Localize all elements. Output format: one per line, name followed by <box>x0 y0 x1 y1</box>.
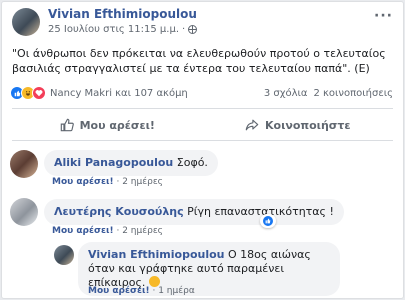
reply-time[interactable]: 1 ημέρα <box>158 286 195 296</box>
post-card: Vivian Efthimiopoulou 25 Ιουλίου στις 11… <box>1 1 404 299</box>
share-button[interactable]: Κοινοποιήστε <box>203 112 394 138</box>
comment-actions: Μου αρέσει! · 2 ημέρες <box>52 226 163 236</box>
comment-bubble: Aliki Panagopoulou Σοφό. <box>44 150 218 176</box>
reply-actions: Μου αρέσει! · 1 ημέρα <box>88 286 195 296</box>
reactions-summary[interactable]: Nancy Makri και 107 ακόμη <box>10 86 188 100</box>
divider <box>12 108 393 109</box>
post-timestamp[interactable]: 25 Ιουλίου στις 11:15 μ.μ. <box>48 24 179 35</box>
avatar[interactable] <box>10 150 38 178</box>
comments-count[interactable]: 3 σχόλια <box>264 88 308 99</box>
share-arrow-icon <box>245 119 259 131</box>
comment-author[interactable]: Λευτέρης Κουσούλης <box>54 205 184 218</box>
comment-like-link[interactable]: Μου αρέσει! <box>52 226 114 236</box>
like-reaction-icon <box>262 215 274 227</box>
comment-text: Σοφό. <box>176 156 208 169</box>
comment-like-link[interactable]: Μου αρέσει! <box>52 177 114 187</box>
divider <box>12 140 393 141</box>
like-button[interactable]: Μου αρέσει! <box>12 112 203 138</box>
author-avatar[interactable] <box>12 8 40 36</box>
post-text: "Οι άνθρωποι δεν πρόκειται να ελευθερωθο… <box>12 47 386 75</box>
comment-bubble: Λευτέρης Κουσούλης Ρίγη επαναστατικότητα… <box>44 199 344 225</box>
post-author-name[interactable]: Vivian Efthimiopoulou <box>48 7 197 21</box>
comment-time[interactable]: 2 ημέρες <box>122 226 163 236</box>
reply-like-link[interactable]: Μου αρέσει! <box>88 286 150 296</box>
more-options-icon[interactable]: ··· <box>374 8 393 24</box>
share-button-label: Κοινοποιήστε <box>264 118 351 132</box>
love-reaction-icon <box>32 86 46 100</box>
post-counts: 3 σχόλια 2 κοινοποιήσεις <box>264 88 393 99</box>
post-actions-bar: Μου αρέσει! Κοινοποιήστε <box>12 112 393 138</box>
avatar[interactable] <box>54 245 74 265</box>
comment-reaction-badge[interactable] <box>260 214 276 228</box>
post-meta: 25 Ιουλίου στις 11:15 μ.μ. · <box>48 24 198 35</box>
thumbs-up-icon <box>60 118 74 132</box>
reactions-names[interactable]: Nancy Makri και 107 ακόμη <box>50 88 188 99</box>
comment-time[interactable]: 2 ημέρες <box>122 177 163 187</box>
avatar[interactable] <box>10 198 38 226</box>
like-button-label: Μου αρέσει! <box>79 118 155 132</box>
comment-actions: Μου αρέσει! · 2 ημέρες <box>52 177 163 187</box>
comment-author[interactable]: Aliki Panagopoulou <box>54 156 173 169</box>
reply-author[interactable]: Vivian Efthimiopoulou <box>88 248 225 261</box>
globe-icon <box>188 25 198 34</box>
shares-count[interactable]: 2 κοινοποιήσεις <box>314 88 394 99</box>
